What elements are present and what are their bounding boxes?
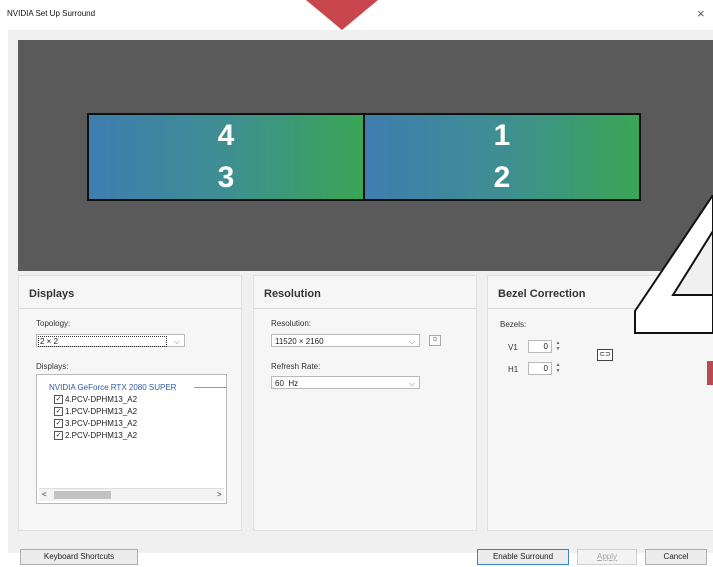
- display-tile[interactable]: 2: [365, 157, 639, 199]
- cancel-button[interactable]: Cancel: [645, 549, 707, 565]
- link-icon[interactable]: ⊂⊃: [597, 349, 613, 361]
- panel-title: Displays: [29, 288, 75, 300]
- checkbox-checked-icon[interactable]: ✓: [54, 395, 63, 405]
- resolution-panel: Resolution Resolution: 11520 × 2160 ⌵ ⧉ …: [253, 275, 477, 531]
- spinner-arrows-icon[interactable]: ▲ ▼: [554, 362, 562, 375]
- tree-line: [194, 387, 227, 388]
- checkbox-checked-icon[interactable]: ✓: [54, 419, 63, 429]
- resolution-dropdown[interactable]: 11520 × 2160 ⌵: [271, 334, 420, 347]
- button-label: Cancel: [663, 552, 689, 561]
- h1-bezel-input[interactable]: 0: [528, 362, 552, 375]
- display-tile[interactable]: 3: [89, 157, 363, 199]
- annotation-mark: [707, 361, 713, 385]
- chevron-down-icon: ⌵: [408, 337, 415, 346]
- window-title: NVIDIA Set Up Surround: [7, 9, 96, 18]
- refresh-rate-label: Refresh Rate:: [271, 362, 321, 371]
- display-item-label: 4.PCV-DPHM13_A2: [65, 395, 138, 404]
- refresh-rate-dropdown[interactable]: 60 Hz ⌵: [271, 376, 420, 389]
- displays-list[interactable]: NVIDIA GeForce RTX 2080 SUPER ✓ 4.PCV-DPH…: [36, 374, 227, 504]
- display-checkbox-item[interactable]: ✓ 4.PCV-DPHM13_A2: [54, 395, 137, 405]
- keyboard-shortcuts-button[interactable]: Keyboard Shortcuts: [20, 549, 138, 565]
- spinner-arrows-icon[interactable]: ▲ ▼: [554, 340, 562, 353]
- display-item-label: 1.PCV-DPHM13_A2: [65, 407, 138, 416]
- v1-label: V1: [508, 343, 518, 352]
- v1-bezel-input[interactable]: 0: [528, 340, 552, 353]
- display-item-label: 3.PCV-DPHM13_A2: [65, 419, 138, 428]
- checkbox-checked-icon[interactable]: ✓: [54, 431, 63, 441]
- annotation-arrow: [306, 0, 378, 30]
- panel-title: Resolution: [264, 288, 321, 300]
- chevron-down-icon: ⌵: [408, 379, 415, 388]
- apply-button[interactable]: Apply: [577, 549, 637, 565]
- overlay-number-4: [634, 195, 713, 334]
- close-icon[interactable]: ×: [697, 6, 705, 21]
- panel-header: Displays: [19, 276, 241, 309]
- scroll-thumb[interactable]: [54, 491, 111, 499]
- focus-rect: [38, 336, 167, 347]
- scroll-right-icon[interactable]: >: [217, 489, 222, 501]
- button-label: Apply: [596, 552, 617, 561]
- custom-resolution-icon[interactable]: ⧉: [429, 335, 441, 346]
- display-checkbox-item[interactable]: ✓ 2.PCV-DPHM13_A2: [54, 431, 137, 441]
- button-label: Enable Surround: [492, 552, 554, 561]
- gpu-name: NVIDIA GeForce RTX 2080 SUPER: [49, 383, 177, 392]
- enable-surround-button[interactable]: Enable Surround: [477, 549, 569, 565]
- button-label: Keyboard Shortcuts: [43, 552, 115, 561]
- displays-panel: Displays Topology: 2 × 2 ⌵ Displays: NVI…: [18, 275, 242, 531]
- horizontal-scrollbar[interactable]: < >: [39, 488, 224, 501]
- topology-label: Topology:: [36, 319, 71, 328]
- scroll-left-icon[interactable]: <: [42, 489, 47, 501]
- display-checkbox-item[interactable]: ✓ 3.PCV-DPHM13_A2: [54, 419, 137, 429]
- resolution-label: Resolution:: [271, 319, 312, 328]
- display-checkbox-item[interactable]: ✓ 1.PCV-DPHM13_A2: [54, 407, 137, 417]
- resolution-value: 11520 × 2160: [275, 337, 324, 346]
- panel-header: Resolution: [254, 276, 476, 309]
- panel-title: Bezel Correction: [498, 288, 586, 300]
- display-tile[interactable]: 1: [365, 115, 639, 157]
- display-item-label: 2.PCV-DPHM13_A2: [65, 431, 138, 440]
- display-tile[interactable]: 4: [89, 115, 363, 157]
- h1-label: H1: [508, 365, 519, 374]
- checkbox-checked-icon[interactable]: ✓: [54, 407, 63, 417]
- displays-label: Displays:: [36, 362, 69, 371]
- bezels-label: Bezels:: [500, 320, 527, 329]
- chevron-down-icon: ⌵: [173, 337, 180, 346]
- refresh-rate-value: 60 Hz: [275, 379, 299, 388]
- surround-grid: 4 1 3 2: [87, 113, 641, 201]
